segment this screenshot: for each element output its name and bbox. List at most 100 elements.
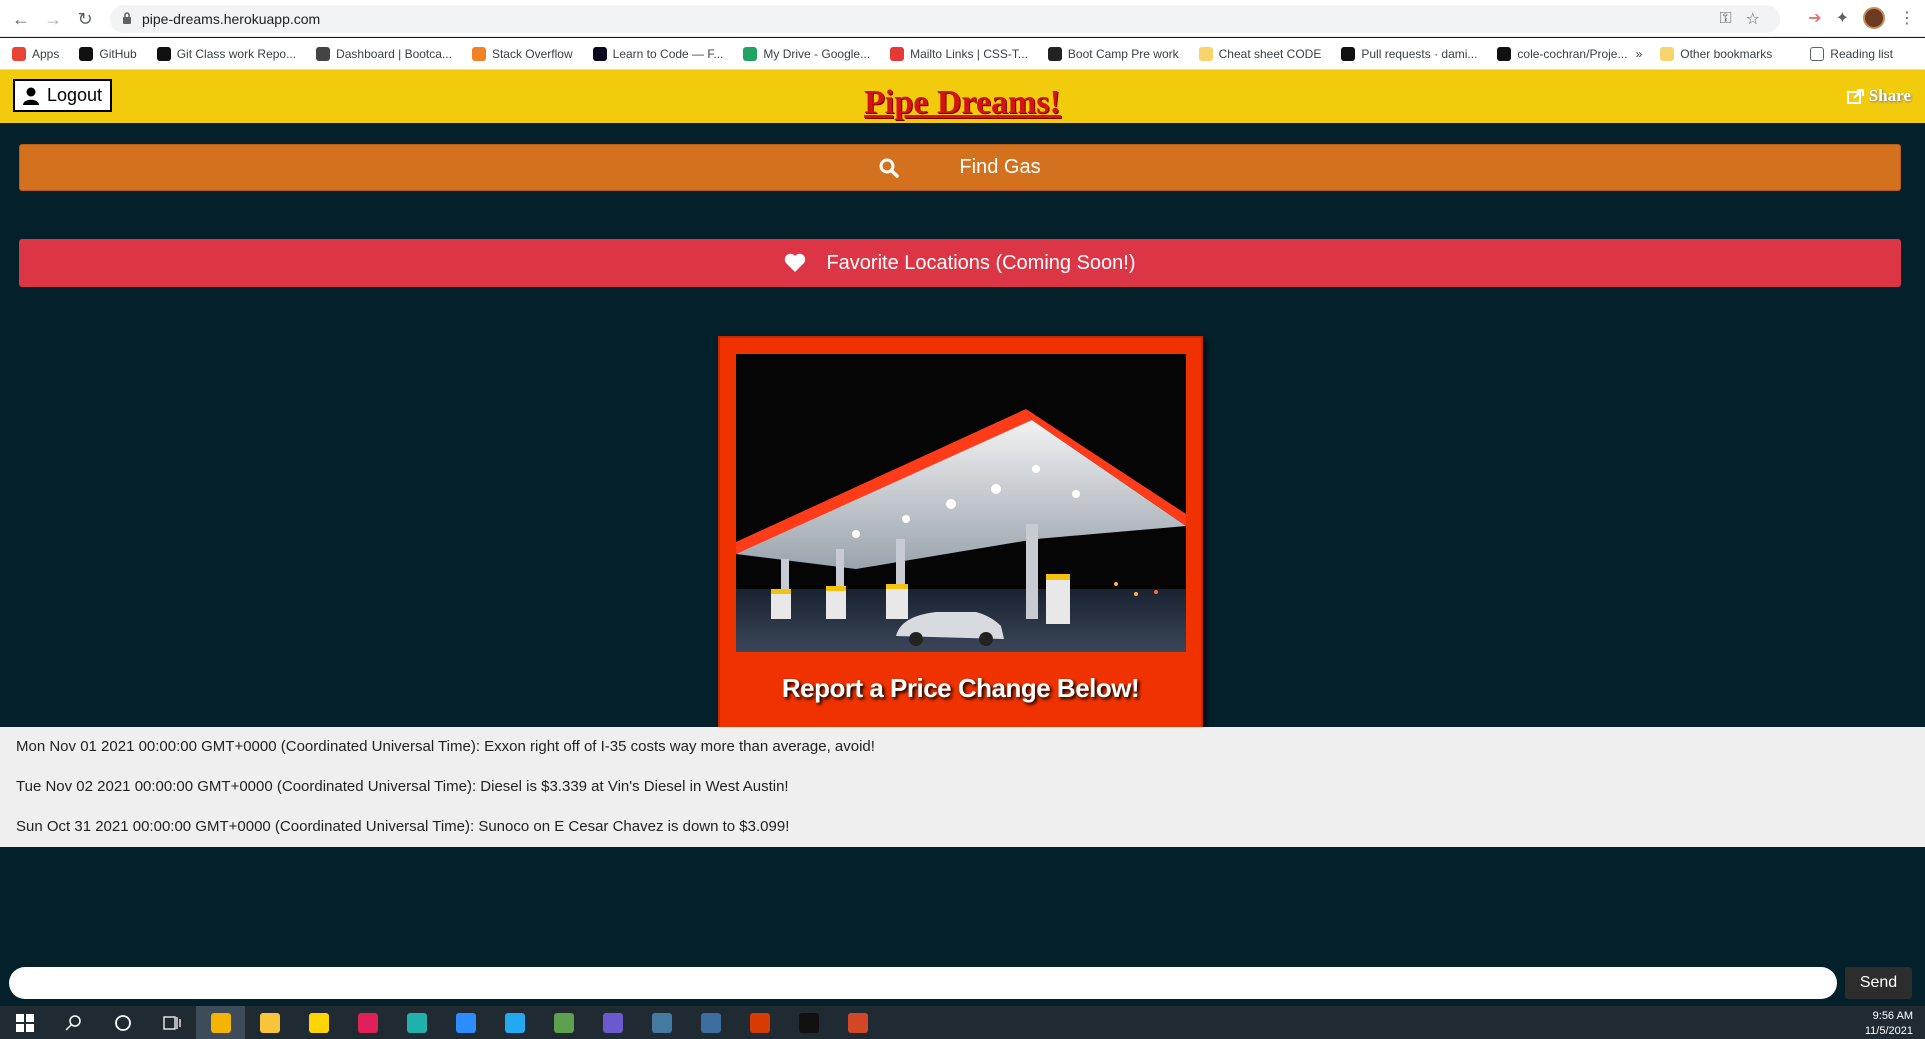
site-title[interactable]: Pipe Dreams! xyxy=(0,84,1925,122)
bookmark-item[interactable]: Dashboard | Bootca... xyxy=(316,46,452,61)
app-glyph xyxy=(210,1012,231,1033)
github-icon xyxy=(1497,46,1512,61)
send-button[interactable]: Send xyxy=(1845,967,1912,999)
favorite-locations-label: Favorite Locations (Coming Soon!) xyxy=(826,251,1136,274)
apps-grid-icon xyxy=(12,46,26,61)
key-icon[interactable]: ⚿ xyxy=(1719,10,1731,28)
menu-icon[interactable]: ⋮ xyxy=(1899,8,1915,28)
forward-icon[interactable]: → xyxy=(42,8,64,30)
bookmark-label: Pull requests · dami... xyxy=(1361,46,1478,61)
powerpoint-icon[interactable] xyxy=(833,1006,882,1039)
app-glyph xyxy=(308,1012,329,1033)
clock-time: 9:56 AM xyxy=(1872,1010,1913,1022)
node-icon[interactable] xyxy=(539,1006,588,1039)
other-bookmarks[interactable]: Other bookmarks xyxy=(1660,47,1772,61)
bookmark-item[interactable]: Boot Camp Pre work xyxy=(1047,46,1179,61)
github-icon xyxy=(156,46,171,61)
bookmark-label: Boot Camp Pre work xyxy=(1067,46,1179,61)
folder-icon xyxy=(1660,47,1675,61)
taskbar: 9:56 AM 11/5/2021 xyxy=(0,1006,1925,1039)
app-glyph xyxy=(847,1012,868,1033)
github-icon xyxy=(1341,46,1356,61)
bookmark-label: My Drive - Google... xyxy=(763,46,871,61)
app-glyph xyxy=(357,1012,378,1033)
slack-icon[interactable] xyxy=(343,1006,392,1039)
bookmark-item[interactable]: Cheat sheet CODE xyxy=(1198,46,1322,61)
search-icon xyxy=(879,158,900,178)
profile-avatar[interactable] xyxy=(1863,7,1885,29)
app-glyph xyxy=(602,1012,623,1033)
find-gas-button[interactable]: Find Gas xyxy=(19,144,1901,191)
report-card: Report a Price Change Below! xyxy=(718,336,1203,738)
bookmark-item[interactable]: Learn to Code — F... xyxy=(592,46,723,61)
star-icon[interactable]: ☆ xyxy=(1746,9,1760,29)
app-header: Logout Pipe Dreams! Share xyxy=(0,70,1925,123)
other-bookmarks-label: Other bookmarks xyxy=(1680,47,1773,61)
bookmark-item[interactable]: GitHub xyxy=(79,46,137,61)
message-input[interactable] xyxy=(9,967,1837,999)
url-text: pipe-dreams.herokuapp.com xyxy=(142,11,321,27)
bookmarks-overflow-button[interactable]: » xyxy=(1636,47,1643,61)
app-glyph xyxy=(406,1012,427,1033)
bookmark-item[interactable]: Mailto Links | CSS-T... xyxy=(890,46,1028,61)
system-clock[interactable]: 9:56 AM 11/5/2021 xyxy=(1865,1009,1913,1039)
heart-icon xyxy=(785,253,806,272)
app-glyph xyxy=(749,1012,770,1033)
vscode-icon[interactable] xyxy=(490,1006,539,1039)
app-glyph xyxy=(651,1012,672,1033)
share-icon xyxy=(1846,89,1864,104)
chrome-icon[interactable] xyxy=(196,1006,245,1039)
task-view-icon[interactable] xyxy=(147,1006,196,1039)
bookmark-label: cole-cochran/Proje... xyxy=(1517,46,1628,61)
book-icon xyxy=(1047,46,1062,61)
cortana-icon[interactable] xyxy=(98,1006,147,1039)
bookmark-item[interactable]: Stack Overflow xyxy=(471,46,573,61)
drive-icon xyxy=(743,46,758,61)
share-button[interactable]: Share xyxy=(1846,86,1911,106)
bookmark-item[interactable]: Git Class work Repo... xyxy=(156,46,296,61)
workbench-icon[interactable] xyxy=(686,1006,735,1039)
bookmark-label: Cheat sheet CODE xyxy=(1218,46,1322,61)
office-icon[interactable] xyxy=(735,1006,784,1039)
back-icon[interactable]: ← xyxy=(10,8,32,30)
gas-station-image xyxy=(736,354,1186,652)
lock-icon xyxy=(123,12,131,24)
bookmark-item[interactable]: Pull requests · dami... xyxy=(1341,46,1478,61)
favorite-locations-button[interactable]: Favorite Locations (Coming Soon!) xyxy=(19,239,1901,287)
file-explorer-icon[interactable] xyxy=(245,1006,294,1039)
bookmark-label: GitHub xyxy=(99,46,137,61)
reload-icon[interactable]: ↻ xyxy=(74,8,96,30)
app-glyph xyxy=(700,1012,721,1033)
app-glyph xyxy=(259,1012,280,1033)
list-item: Sun Oct 31 2021 00:00:00 GMT+0000 (Coord… xyxy=(16,818,790,835)
puzzle-icon[interactable]: ✦ xyxy=(1836,8,1849,28)
bookmark-item[interactable]: cole-cochran/Proje... xyxy=(1497,46,1628,61)
reading-list[interactable]: Reading list xyxy=(1810,47,1893,61)
git-kraken-icon[interactable] xyxy=(392,1006,441,1039)
extension-icon[interactable]: ➔ xyxy=(1808,8,1821,28)
find-gas-label: Find Gas xyxy=(959,156,1041,178)
eclipse-icon[interactable] xyxy=(588,1006,637,1039)
asterisk-icon xyxy=(890,46,905,61)
fcc-icon xyxy=(592,46,607,61)
windows-start-icon[interactable] xyxy=(0,1006,49,1039)
app-glyph xyxy=(455,1012,476,1033)
folder-icon xyxy=(1198,46,1213,61)
clock-date: 11/5/2021 xyxy=(1864,1025,1913,1037)
bookmark-item[interactable]: Apps xyxy=(12,46,60,61)
address-bar[interactable]: pipe-dreams.herokuapp.com ⚿ ☆ xyxy=(110,5,1780,33)
zoom-icon[interactable] xyxy=(441,1006,490,1039)
terminal-icon[interactable] xyxy=(784,1006,833,1039)
app-glyph xyxy=(798,1012,819,1033)
search-icon[interactable] xyxy=(49,1006,98,1039)
sticky-notes-icon[interactable] xyxy=(294,1006,343,1039)
browser-toolbar: ← → ↻ pipe-dreams.herokuapp.com ⚿ ☆ ➔ ✦ … xyxy=(0,0,1925,37)
bookmark-label: Apps xyxy=(32,46,60,61)
mysql-icon[interactable] xyxy=(637,1006,686,1039)
bookmarks-bar: Apps GitHub Git Class work Repo... Dashboar… xyxy=(0,38,1925,70)
app-glyph xyxy=(553,1012,574,1033)
reading-list-label: Reading list xyxy=(1830,47,1893,61)
bookmark-label: Dashboard | Bootca... xyxy=(336,46,452,61)
bookmark-item[interactable]: My Drive - Google... xyxy=(743,46,871,61)
list-item: Tue Nov 02 2021 00:00:00 GMT+0000 (Coord… xyxy=(16,778,789,795)
